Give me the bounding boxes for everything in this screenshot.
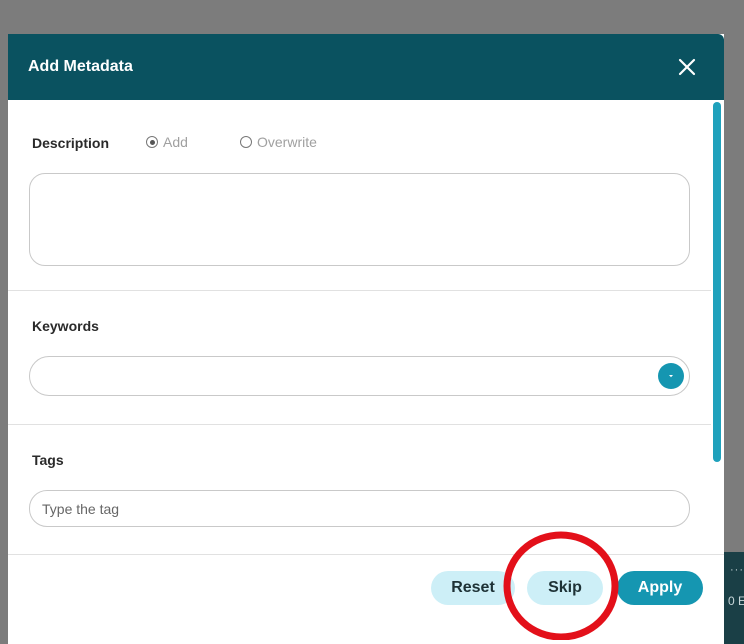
radio-overwrite[interactable]: Overwrite bbox=[240, 134, 317, 150]
scrollbar-thumb[interactable] bbox=[713, 102, 721, 462]
more-icon: ··· bbox=[730, 564, 744, 576]
description-textarea[interactable] bbox=[29, 173, 690, 266]
modal-title: Add Metadata bbox=[28, 58, 133, 75]
keywords-dropdown-button[interactable] bbox=[658, 363, 684, 389]
radio-add-label: Add bbox=[163, 134, 188, 150]
background-toolbar: ··· 0 E bbox=[724, 552, 744, 644]
footer-divider bbox=[8, 554, 724, 555]
description-label: Description bbox=[32, 135, 110, 151]
section-divider bbox=[8, 424, 711, 425]
section-divider bbox=[8, 290, 711, 291]
radio-add-circle bbox=[146, 136, 158, 148]
radio-overwrite-label: Overwrite bbox=[257, 134, 317, 150]
background-partial-text: 0 E bbox=[728, 594, 744, 608]
reset-button[interactable]: Reset bbox=[431, 571, 515, 605]
apply-button[interactable]: Apply bbox=[617, 571, 703, 605]
radio-add[interactable]: Add bbox=[146, 134, 188, 150]
close-icon bbox=[678, 58, 696, 76]
keywords-select[interactable] bbox=[29, 356, 690, 396]
background-overlay-left bbox=[0, 34, 8, 644]
radio-overwrite-circle bbox=[240, 136, 252, 148]
close-button[interactable] bbox=[672, 52, 702, 82]
tags-label: Tags bbox=[32, 452, 64, 468]
add-metadata-modal: Add Metadata Description Add Overwrite K… bbox=[8, 34, 724, 644]
tag-input[interactable] bbox=[29, 490, 690, 527]
keywords-label: Keywords bbox=[32, 318, 99, 334]
chevron-down-icon bbox=[669, 375, 673, 378]
modal-header: Add Metadata bbox=[8, 34, 724, 100]
skip-button[interactable]: Skip bbox=[527, 571, 603, 605]
background-overlay bbox=[0, 0, 744, 34]
